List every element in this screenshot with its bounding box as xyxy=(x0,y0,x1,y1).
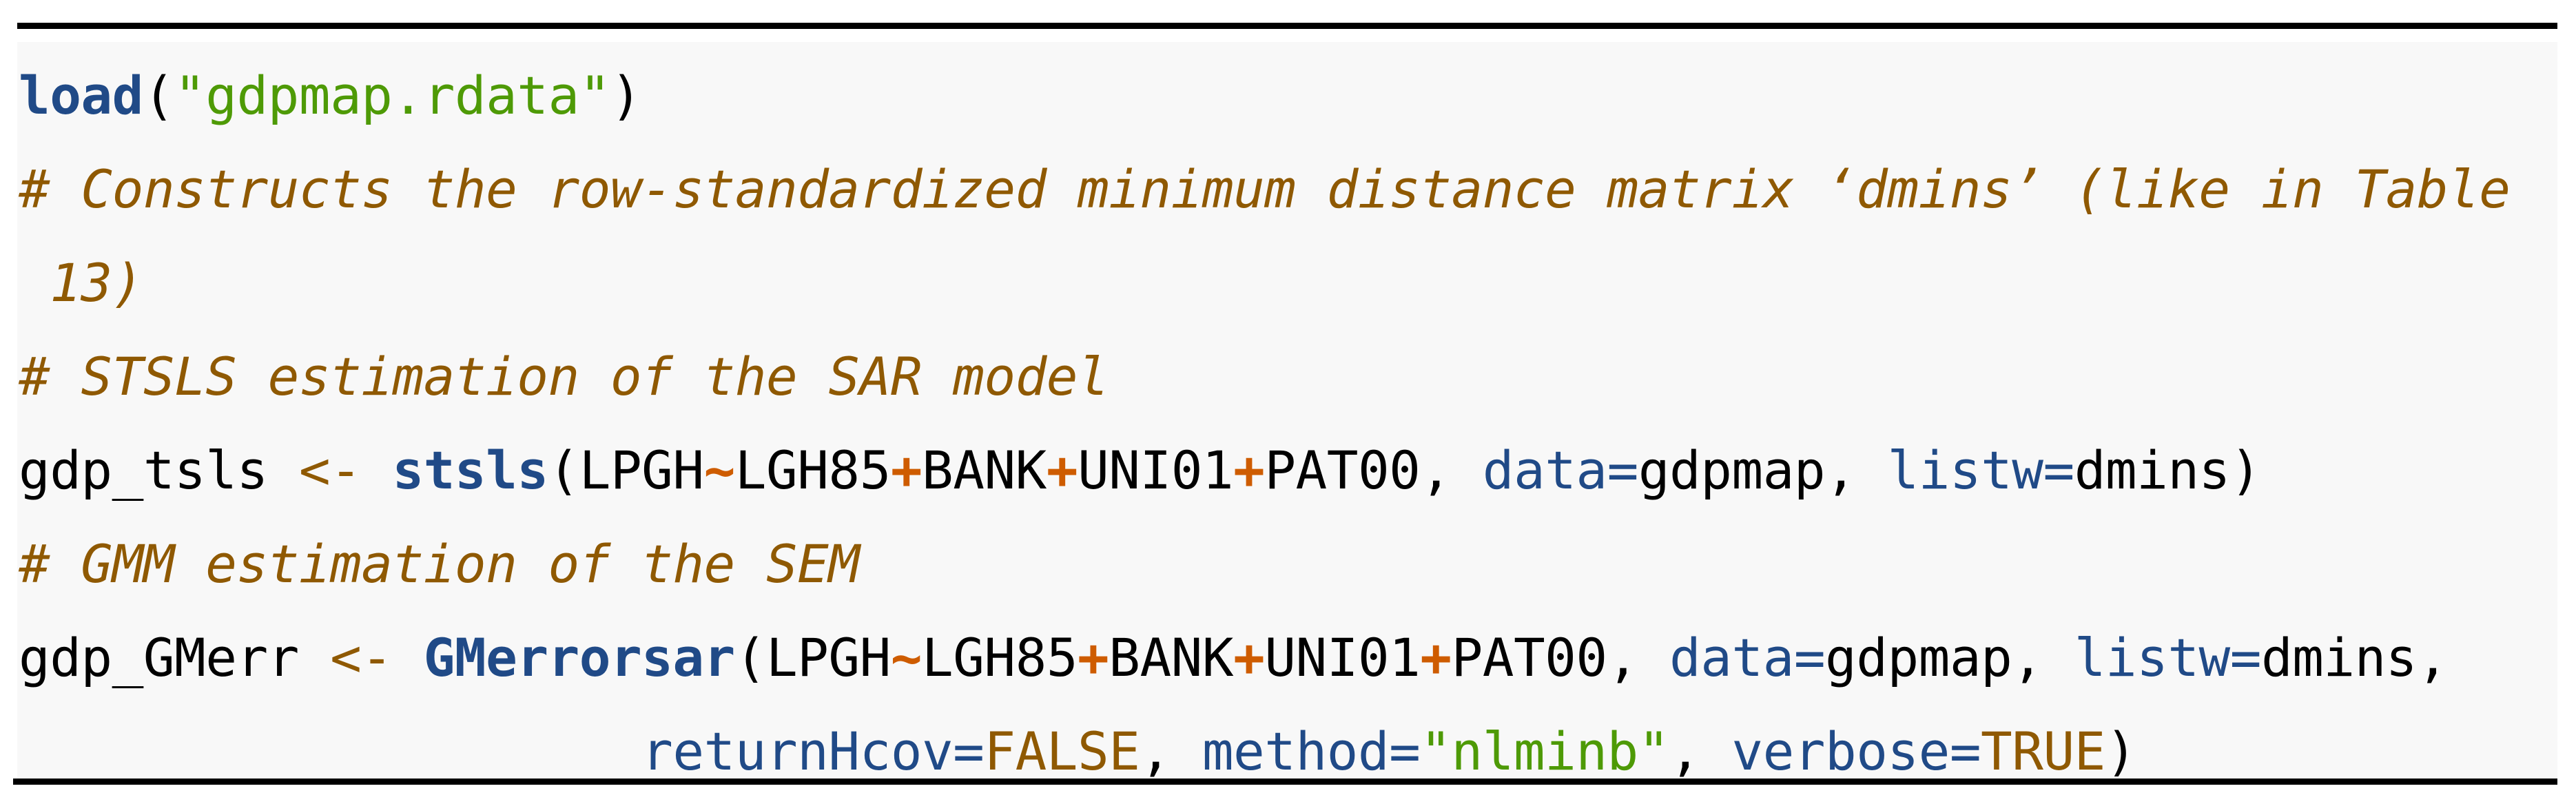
code-text-token: , xyxy=(1140,721,1202,782)
assignment-operator-token: <- xyxy=(298,440,362,501)
code-block: load("gdpmap.rdata") # Constructs the ro… xyxy=(17,42,2557,782)
comment-token: # STSLS estimation of the SAR model xyxy=(19,346,1109,407)
code-text-token: LGH85 xyxy=(922,627,1078,688)
code-line: # Constructs the row-standardized minimu… xyxy=(19,143,2557,236)
code-line: 13) xyxy=(19,236,2557,330)
code-text-token: LGH85 xyxy=(734,440,892,501)
argument-name-token: method= xyxy=(1202,721,1421,782)
comment-token: # GMM estimation of the SEM xyxy=(19,533,860,595)
code-text-token: dmins, xyxy=(2260,627,2449,688)
code-text-token: UNI01 xyxy=(1264,627,1421,688)
code-line: load("gdpmap.rdata") xyxy=(19,49,2557,143)
logical-constant-token: FALSE xyxy=(984,721,1140,782)
code-line: gdp_GMerr <- GMerrorsar(LPGH~LGH85+BANK+… xyxy=(19,611,2557,705)
code-text-token: gdpmap, xyxy=(1638,440,1888,501)
function-name-token: GMerrorsar xyxy=(423,627,736,688)
argument-name-token: returnHcov= xyxy=(641,721,985,782)
comment-token: # Constructs the row-standardized minimu… xyxy=(19,158,2511,220)
code-text-token: gdp_GMerr xyxy=(19,627,331,688)
code-text-token: gdpmap, xyxy=(1825,627,2074,688)
argument-name-token: data= xyxy=(1669,627,1826,688)
top-rule xyxy=(17,23,2557,29)
code-line: gdp_tsls <- stsls(LPGH~LGH85+BANK+UNI01+… xyxy=(19,424,2557,517)
code-text-token: PAT00, xyxy=(1264,440,1483,501)
operator-token: ~ xyxy=(703,440,736,501)
assignment-operator-token: <- xyxy=(330,627,393,688)
function-name-token: load xyxy=(19,65,143,126)
string-literal-token: "gdpmap.rdata" xyxy=(174,65,610,126)
code-text-token: (LPGH xyxy=(548,440,705,501)
code-text-token: dmins) xyxy=(2074,440,2262,501)
code-line: # GMM estimation of the SEM xyxy=(19,517,2557,611)
operator-token: + xyxy=(1233,627,1265,688)
code-text-token: (LPGH xyxy=(734,627,892,688)
operator-token: + xyxy=(1420,627,1452,688)
operator-token: + xyxy=(1078,627,1109,688)
code-text-token: ) xyxy=(610,65,642,126)
function-name-token: stsls xyxy=(392,440,549,501)
code-text-token: , xyxy=(1669,721,1732,782)
code-text-token: ( xyxy=(143,65,175,126)
code-text-token: gdp_tsls xyxy=(19,440,299,501)
argument-name-token: data= xyxy=(1482,440,1639,501)
code-text-token: BANK xyxy=(922,440,1047,501)
argument-name-token: verbose= xyxy=(1731,721,1981,782)
code-text-token: UNI01 xyxy=(1078,440,1234,501)
operator-token: + xyxy=(1233,440,1265,501)
code-line: # STSLS estimation of the SAR model xyxy=(19,330,2557,424)
code-text-token: PAT00, xyxy=(1451,627,1670,688)
operator-token: + xyxy=(890,440,923,501)
bottom-rule xyxy=(13,779,2557,785)
logical-constant-token: TRUE xyxy=(1981,721,2105,782)
code-text-token: BANK xyxy=(1109,627,1234,688)
comment-token: 13) xyxy=(19,252,143,313)
string-literal-token: "nlminb" xyxy=(1420,721,1669,782)
argument-name-token: listw= xyxy=(2074,627,2262,688)
argument-name-token: listw= xyxy=(1887,440,2074,501)
code-text-token: ) xyxy=(2105,721,2137,782)
operator-token: + xyxy=(1046,440,1078,501)
operator-token: ~ xyxy=(890,627,923,688)
